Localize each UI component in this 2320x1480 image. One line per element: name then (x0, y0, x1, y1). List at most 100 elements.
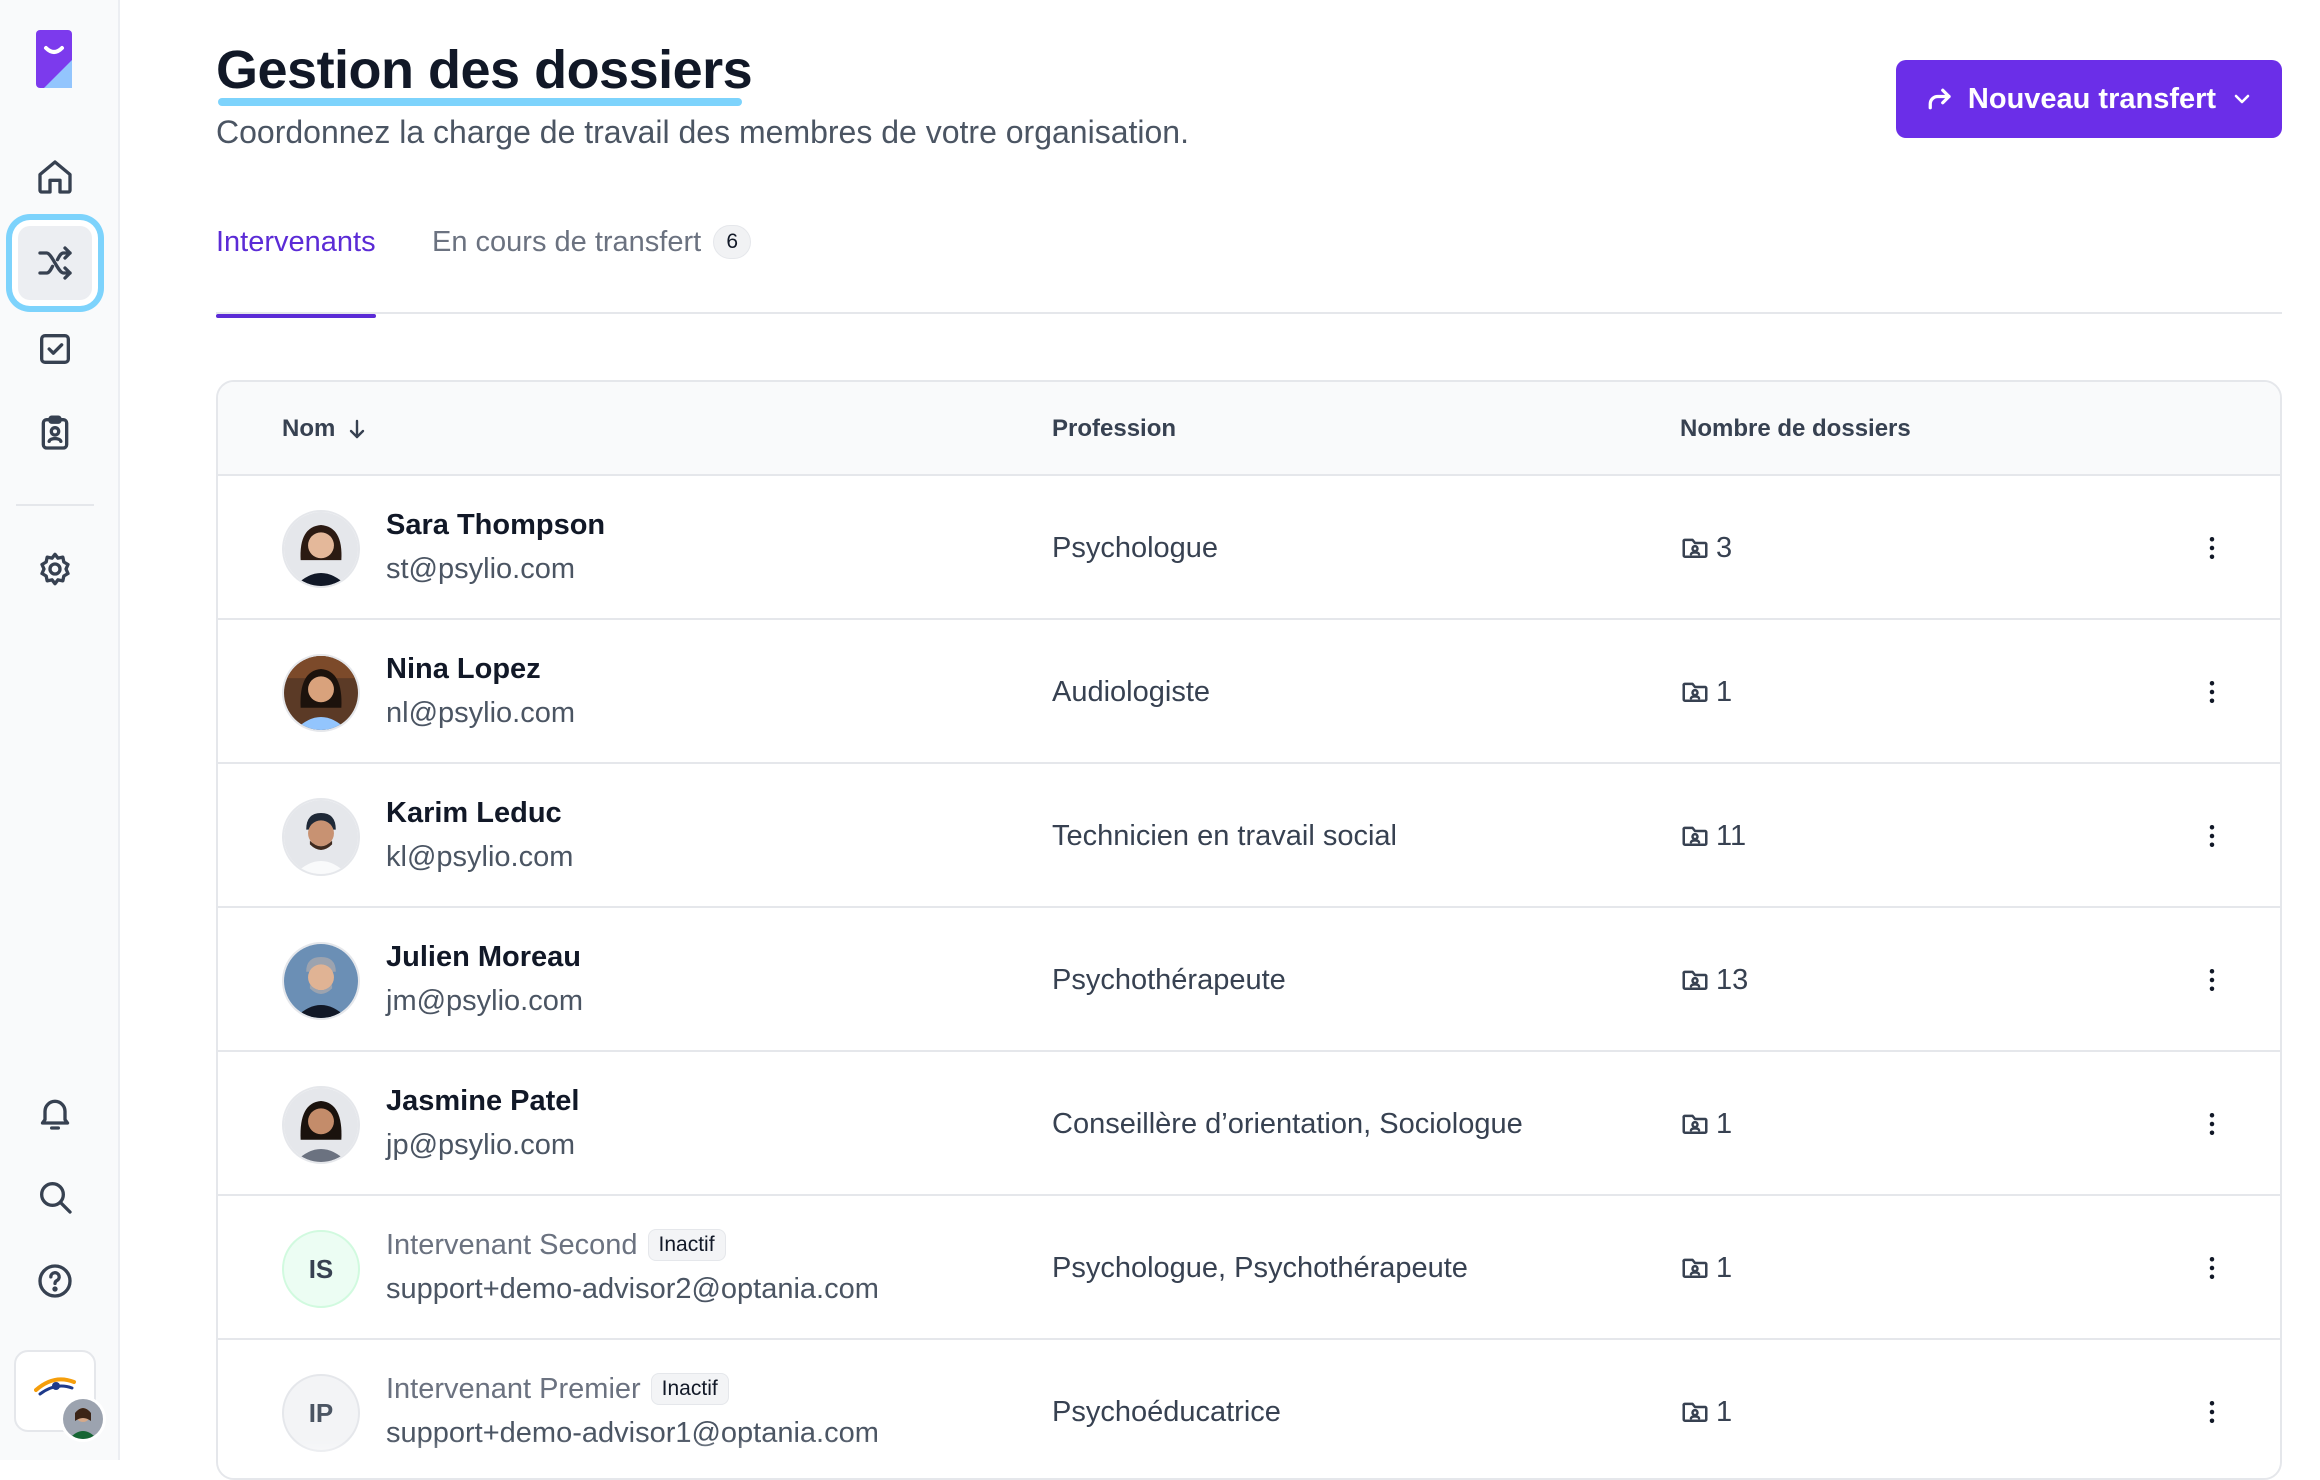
case-count: 1 (1680, 672, 1732, 712)
user-avatar (60, 1396, 106, 1442)
advisor-email: support+demo-advisor2@optania.com (386, 1273, 879, 1305)
more-vertical-icon (2209, 1113, 2215, 1135)
column-cases-header: Nombre de dossiers (1680, 415, 1911, 442)
nav-settings[interactable] (18, 532, 92, 606)
row-actions-button[interactable] (2194, 674, 2230, 710)
avatar-initials: IP (282, 1374, 360, 1452)
table-row[interactable]: Nina Lopez nl@psylio.com Audiologiste 1 (218, 620, 2280, 764)
more-vertical-icon (2209, 969, 2215, 991)
page-subtitle: Coordonnez la charge de travail des memb… (216, 114, 1189, 150)
avatar (282, 510, 360, 588)
avatar-initials: IS (282, 1230, 360, 1308)
case-count: 1 (1680, 1248, 1732, 1288)
home-icon (38, 160, 72, 194)
folder-user-icon (1682, 1258, 1708, 1278)
page-title: Gestion des dossiers (216, 40, 753, 100)
advisor-name: Intervenant Premier Inactif (386, 1370, 729, 1408)
case-count: 13 (1680, 960, 1748, 1000)
status-badge: Inactif (647, 1229, 726, 1261)
new-transfer-label: Nouveau transfert (1967, 82, 2217, 115)
tab-label: En cours de transfert (432, 226, 702, 258)
advisor-email: support+demo-advisor1@optania.com (386, 1417, 879, 1449)
more-vertical-icon (2209, 681, 2215, 703)
checkbox-icon (40, 334, 70, 364)
advisor-profession: Psychoéducatrice (1052, 1396, 1281, 1428)
table-row[interactable]: Karim Leduc kl@psylio.com Technicien en … (218, 764, 2280, 908)
avatar (282, 798, 360, 876)
advisors-table: Nom Profession Nombre de dossiers Sara T… (216, 380, 2282, 1480)
row-actions-button[interactable] (2194, 818, 2230, 854)
sidebar-divider (16, 504, 94, 506)
table-row[interactable]: Sara Thompson st@psylio.com Psychologue … (218, 476, 2280, 620)
advisor-name: Nina Lopez (386, 653, 541, 685)
advisor-email: kl@psylio.com (386, 841, 574, 873)
tab-label: Intervenants (216, 226, 376, 258)
advisor-profession: Conseillère d’orientation, Sociologue (1052, 1108, 1523, 1140)
help-icon (38, 1264, 72, 1298)
more-vertical-icon (2209, 537, 2215, 559)
nav-notifications[interactable] (18, 1076, 92, 1150)
column-name-header[interactable]: Nom (282, 414, 369, 444)
advisor-name: Sara Thompson (386, 509, 606, 541)
sidebar (0, 0, 120, 1460)
arrow-down-icon (350, 419, 365, 439)
nav-clients[interactable] (18, 396, 92, 470)
folder-user-icon (1682, 970, 1708, 990)
tab-transfers-in-progress[interactable]: En cours de transfert 6 (432, 222, 752, 262)
column-profession-header: Profession (1052, 415, 1177, 442)
row-actions-button[interactable] (2194, 1250, 2230, 1286)
chevron-down-icon (2234, 94, 2250, 104)
advisor-name: Intervenant Second Inactif (386, 1226, 726, 1264)
advisor-profession: Psychologue (1052, 532, 1219, 564)
new-transfer-button[interactable]: Nouveau transfert (1896, 60, 2282, 138)
case-count: 11 (1680, 816, 1746, 856)
avatar (282, 654, 360, 732)
row-actions-button[interactable] (2194, 962, 2230, 998)
title-highlight (218, 98, 742, 106)
shuffle-icon (38, 246, 72, 280)
nav-transfers[interactable] (18, 226, 92, 300)
gear-icon (40, 552, 70, 586)
folder-user-icon (1682, 826, 1708, 846)
table-row[interactable]: Jasmine Patel jp@psylio.com Conseillère … (218, 1052, 2280, 1196)
transfer-count-badge: 6 (713, 225, 752, 259)
status-badge: Inactif (650, 1373, 729, 1405)
more-vertical-icon (2209, 825, 2215, 847)
table-header: Nom Profession Nombre de dossiers (218, 382, 2280, 476)
table-row[interactable]: IS Intervenant Second Inactif support+de… (218, 1196, 2280, 1340)
nav-home[interactable] (18, 140, 92, 214)
account-switcher[interactable] (14, 1350, 106, 1442)
folder-user-icon (1682, 682, 1708, 702)
folder-user-icon (1682, 1402, 1708, 1422)
clipboard-user-icon (41, 415, 69, 450)
row-actions-button[interactable] (2194, 1106, 2230, 1142)
share-arrow-icon (1928, 88, 1951, 110)
folder-user-icon (1682, 1114, 1708, 1134)
advisor-profession: Psychologue, Psychothérapeute (1052, 1252, 1468, 1284)
more-vertical-icon (2209, 1401, 2215, 1423)
nav-search[interactable] (18, 1160, 92, 1234)
more-vertical-icon (2209, 1257, 2215, 1279)
table-row[interactable]: IP Intervenant Premier Inactif support+d… (218, 1340, 2280, 1478)
organization-logo (34, 1377, 76, 1396)
search-icon (40, 1182, 72, 1214)
advisor-name: Jasmine Patel (386, 1085, 580, 1117)
row-actions-button[interactable] (2194, 1394, 2230, 1430)
tab-intervenants[interactable]: Intervenants (216, 222, 376, 318)
case-count: 1 (1680, 1392, 1732, 1432)
advisor-profession: Technicien en travail social (1052, 820, 1397, 852)
row-actions-button[interactable] (2194, 530, 2230, 566)
table-row[interactable]: Julien Moreau jm@psylio.com Psychothérap… (218, 908, 2280, 1052)
tab-bar: Intervenants En cours de transfert 6 (216, 210, 2282, 318)
folder-user-icon (1682, 538, 1708, 558)
advisor-email: st@psylio.com (386, 553, 575, 585)
advisor-profession: Audiologiste (1052, 676, 1210, 708)
advisor-profession: Psychothérapeute (1052, 964, 1286, 996)
avatar (282, 1086, 360, 1164)
advisor-name: Karim Leduc (386, 797, 562, 829)
nav-help[interactable] (18, 1244, 92, 1318)
app-logo[interactable] (34, 28, 78, 94)
advisor-email: jp@psylio.com (386, 1129, 575, 1161)
bell-icon (40, 1099, 70, 1130)
nav-tasks[interactable] (18, 312, 92, 386)
